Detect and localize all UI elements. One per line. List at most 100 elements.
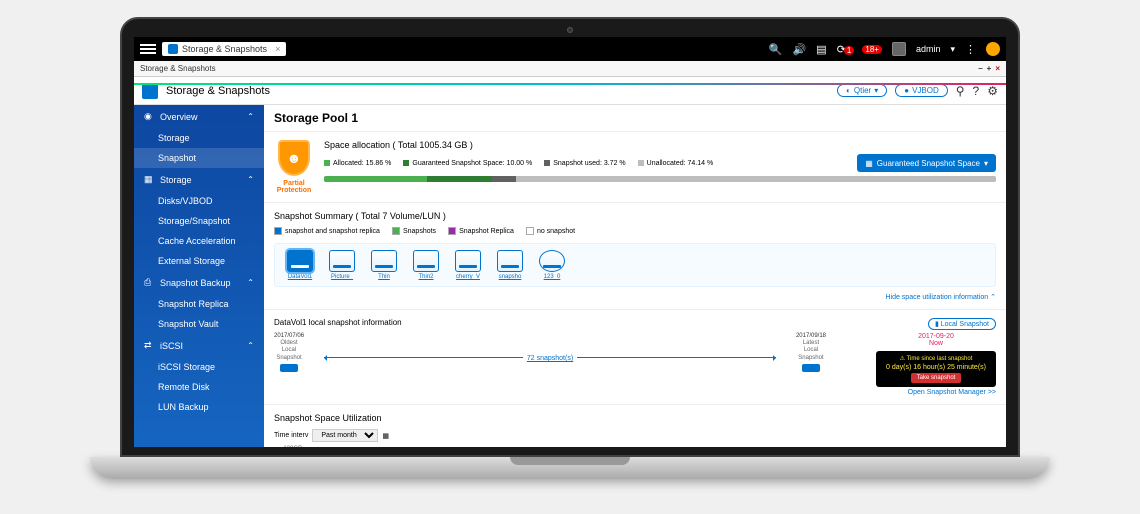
- timeline-now: 2017-09-20 Now ⚠ Time since last snapsho…: [876, 333, 996, 396]
- user-avatar-icon[interactable]: [892, 42, 906, 56]
- snapshot-timeline: 2017/07/06 Oldest Local Snapshot 72 snap…: [274, 333, 996, 396]
- volume-item[interactable]: Picture_: [323, 250, 361, 280]
- allocation-segment: [492, 176, 516, 182]
- content-area: Storage Pool 1 ☻ Partial Protection Spac…: [264, 105, 1006, 447]
- legend-item: Guaranteed Snapshot Space: 10.00 %: [403, 160, 532, 167]
- inbox-icon[interactable]: 18+: [864, 43, 882, 55]
- chevron-up-icon: ⌃: [247, 112, 254, 121]
- app-tab-label: Storage & Snapshots: [182, 44, 267, 54]
- chevron-up-icon: ⌃: [247, 175, 254, 184]
- app-tab-icon: [168, 44, 178, 54]
- filter-checkbox[interactable]: snapshot and snapshot replica: [274, 227, 380, 235]
- timeline-oldest: 2017/07/06 Oldest Local Snapshot: [274, 333, 304, 372]
- volume-item[interactable]: Thin2: [407, 250, 445, 280]
- laptop-base: [90, 457, 1050, 479]
- qtier-button[interactable]: ◐ Qtier ▾: [837, 84, 887, 97]
- utilization-chart: 120GB 96GB: [274, 446, 996, 447]
- allocation-bar: [324, 176, 996, 182]
- page-title: Storage Pool 1: [274, 111, 358, 125]
- sidebar-item-external[interactable]: External Storage: [134, 251, 264, 271]
- chart-icon[interactable]: ▦: [382, 432, 389, 440]
- guaranteed-space-button[interactable]: ▦ Guaranteed Snapshot Space ▾: [857, 154, 996, 172]
- vjbod-button[interactable]: ● VJBOD: [895, 84, 948, 97]
- chevron-down-icon[interactable]: ▾: [950, 44, 955, 55]
- backup-icon: ⎙: [144, 277, 154, 288]
- sidebar-item-iscsi-storage[interactable]: iSCSI Storage: [134, 357, 264, 377]
- utilization-title: Snapshot Space Utilization: [274, 413, 996, 423]
- more-icon[interactable]: ⋮: [965, 43, 976, 56]
- volume-icon: [287, 250, 313, 272]
- hide-utilization-link[interactable]: Hide space utilization information ⌃: [274, 293, 996, 301]
- sidebar-item-vault[interactable]: Snapshot Vault: [134, 314, 264, 334]
- summary-title: Snapshot Summary ( Total 7 Volume/LUN ): [274, 211, 996, 221]
- iscsi-icon: ⇄: [144, 340, 154, 351]
- allocation-segment: [324, 176, 427, 182]
- app-tab[interactable]: Storage & Snapshots ×: [162, 42, 286, 56]
- camera-dot: [567, 27, 573, 33]
- help-icon[interactable]: [986, 42, 1000, 56]
- protection-status: ☻ Partial Protection: [274, 140, 314, 194]
- allocation-title: Space allocation ( Total 1005.34 GB ): [324, 140, 996, 150]
- chevron-up-icon: ⌃: [247, 341, 254, 350]
- close-icon[interactable]: ×: [275, 44, 280, 54]
- volume-icon[interactable]: 🔊: [793, 43, 807, 56]
- close-button[interactable]: ×: [995, 64, 1000, 73]
- link-icon[interactable]: ⚲: [956, 84, 965, 98]
- allocation-segment: [516, 176, 996, 182]
- user-label[interactable]: admin: [916, 44, 941, 54]
- gear-icon[interactable]: ⚙: [987, 84, 998, 98]
- shield-icon: ☻: [278, 140, 310, 176]
- timeline-line: 72 snapshot(s): [324, 357, 776, 368]
- volume-item[interactable]: DataVol1: [281, 250, 319, 280]
- sidebar-item-storagesnapshot[interactable]: Storage/Snapshot: [134, 211, 264, 231]
- breadcrumb: Storage & Snapshots: [140, 64, 216, 73]
- volume-row: DataVol1Picture_ThinThin2cherry_Vsnapsho…: [274, 243, 996, 287]
- filter-row: snapshot and snapshot replica Snapshots Sn…: [274, 227, 996, 235]
- sidebar-section-iscsi[interactable]: ⇄iSCSI⌃: [134, 334, 264, 357]
- sidebar-item-storage[interactable]: Storage: [134, 128, 264, 148]
- sidebar-item-snapshot[interactable]: Snapshot: [134, 148, 264, 168]
- volume-item[interactable]: snapsho: [491, 250, 529, 280]
- dashboard-icon[interactable]: ▤: [816, 43, 826, 56]
- overview-icon: ◉: [144, 111, 154, 122]
- allocation-legend: Allocated: 15.86 % Guaranteed Snapshot Sp…: [324, 154, 996, 172]
- search-icon[interactable]: 🔍: [769, 43, 783, 56]
- filter-checkbox[interactable]: Snapshots: [392, 227, 436, 235]
- maximize-button[interactable]: +: [987, 64, 992, 73]
- filter-checkbox[interactable]: no snapshot: [526, 227, 575, 235]
- open-snapshot-manager-link[interactable]: Open Snapshot Manager >>: [876, 389, 996, 396]
- sidebar-item-lun-backup[interactable]: LUN Backup: [134, 397, 264, 417]
- volume-item[interactable]: Thin: [365, 250, 403, 280]
- storage-icon: ▦: [144, 174, 154, 185]
- app-titlebar: Storage & Snapshots ◐ Qtier ▾ ● VJBOD ⚲ …: [134, 77, 1006, 105]
- minimize-button[interactable]: –: [978, 64, 982, 73]
- interval-select[interactable]: Past month: [312, 429, 378, 442]
- sidebar-item-cache[interactable]: Cache Acceleration: [134, 231, 264, 251]
- sidebar-section-overview[interactable]: ◉Overview⌃: [134, 105, 264, 128]
- take-snapshot-button[interactable]: Take snapshot: [911, 373, 962, 383]
- app-icon: [142, 83, 158, 99]
- window-pathbar: Storage & Snapshots – + ×: [134, 61, 1006, 77]
- volume-icon: [497, 250, 523, 272]
- sidebar-section-storage[interactable]: ▦Storage⌃: [134, 168, 264, 191]
- snapshot-info-title: DataVol1 local snapshot information: [274, 318, 996, 327]
- volume-item[interactable]: cherry_V: [449, 250, 487, 280]
- sidebar-section-backup[interactable]: ⎙Snapshot Backup⌃: [134, 271, 264, 294]
- sidebar-item-replica[interactable]: Snapshot Replica: [134, 294, 264, 314]
- help-icon[interactable]: ?: [973, 84, 980, 98]
- sidebar-item-disks[interactable]: Disks/VJBOD: [134, 191, 264, 211]
- chevron-up-icon: ⌃: [247, 278, 254, 287]
- refresh-icon[interactable]: ⟳1: [837, 43, 855, 56]
- filter-checkbox[interactable]: Snapshot Replica: [448, 227, 514, 235]
- volume-icon: [371, 250, 397, 272]
- os-topbar: Storage & Snapshots × 🔍 🔊 ▤ ⟳1 18+ admin…: [134, 37, 1006, 61]
- legend-item: Allocated: 15.86 %: [324, 160, 391, 167]
- local-snapshot-badge: ▮ Local Snapshot: [928, 318, 996, 330]
- volume-icon: [329, 250, 355, 272]
- sidebar-item-remote-disk[interactable]: Remote Disk: [134, 377, 264, 397]
- menu-icon[interactable]: [140, 44, 156, 54]
- snapshot-count-link[interactable]: 72 snapshot(s): [523, 355, 577, 362]
- time-since-tooltip: ⚠ Time since last snapshot 0 day(s) 16 h…: [876, 351, 996, 387]
- volume-item[interactable]: 123_0: [533, 250, 571, 280]
- timeline-latest: 2017/09/18 Latest Local Snapshot: [796, 333, 826, 372]
